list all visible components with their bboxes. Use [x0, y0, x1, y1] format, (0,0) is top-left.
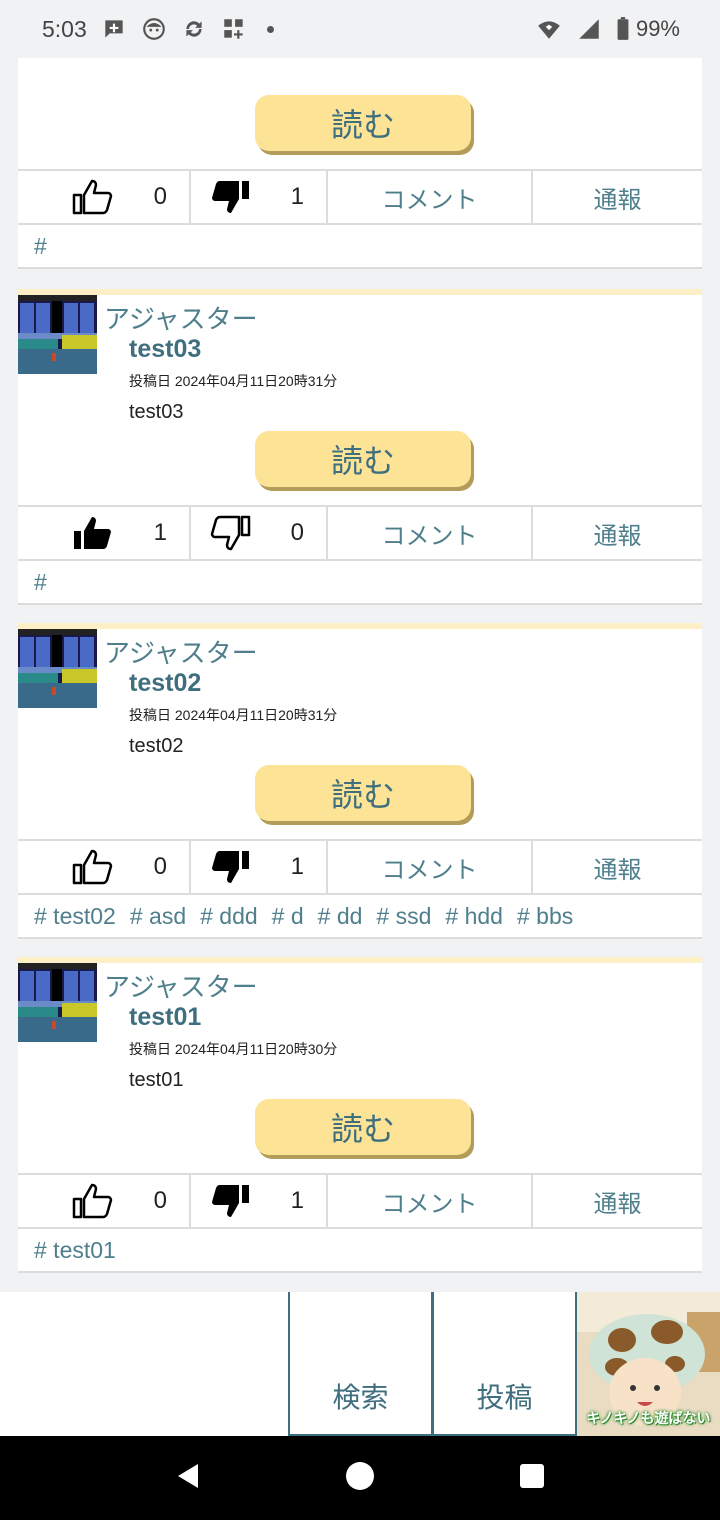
- tag-link[interactable]: # ssd: [376, 903, 431, 930]
- system-nav-bar: [0, 1436, 720, 1520]
- post-body: test01: [129, 1069, 184, 1091]
- like-count: 0: [153, 853, 167, 880]
- post-body: test03: [129, 401, 184, 423]
- post-thumbnail[interactable]: [18, 629, 97, 708]
- dislike-count: 0: [290, 519, 304, 546]
- tag-link[interactable]: #: [34, 233, 47, 260]
- recents-icon[interactable]: [516, 1460, 548, 1497]
- tag-link[interactable]: # test02: [34, 903, 116, 930]
- chat-plus-icon: [101, 16, 127, 42]
- tag-link[interactable]: # test01: [34, 1237, 116, 1264]
- post-title[interactable]: test02: [129, 669, 201, 698]
- report-button[interactable]: 通報: [533, 841, 702, 893]
- report-button[interactable]: 通報: [533, 507, 702, 559]
- post-author[interactable]: アジャスター: [104, 967, 258, 1004]
- post-thumbnail[interactable]: [18, 295, 97, 374]
- post-title[interactable]: test03: [129, 335, 201, 364]
- tag-list: #: [18, 561, 702, 603]
- post-card: アジャスター test01 投稿日 2024年04月11日20時30分 test…: [18, 957, 702, 1273]
- dislike-count: 1: [290, 853, 304, 880]
- post-author[interactable]: アジャスター: [104, 299, 258, 336]
- action-row: 0 1 コメント 通報: [18, 1173, 702, 1229]
- read-button[interactable]: 読む: [255, 431, 471, 487]
- wifi-icon: [536, 16, 562, 42]
- sync-icon: [181, 16, 207, 42]
- notification-dot-icon: [266, 25, 274, 33]
- post-header: アジャスター test02 投稿日 2024年04月11日20時31分 test…: [18, 623, 702, 765]
- thumbs-down-outline-icon: [209, 513, 251, 553]
- like-button[interactable]: 0: [18, 1175, 191, 1227]
- status-bar: 5:03 99%: [0, 0, 720, 58]
- dislike-button[interactable]: 1: [191, 1175, 328, 1227]
- search-button[interactable]: 検索: [288, 1292, 433, 1436]
- dislike-button[interactable]: 0: [191, 507, 328, 559]
- tag-list: # test01: [18, 1229, 702, 1271]
- comment-button[interactable]: コメント: [328, 171, 533, 223]
- like-count: 0: [153, 1187, 167, 1214]
- read-button[interactable]: 読む: [255, 765, 471, 821]
- post-date: 投稿日 2024年04月11日20時31分: [129, 707, 338, 723]
- like-count: 0: [153, 183, 167, 210]
- battery-percent: 99%: [635, 16, 680, 41]
- comment-button[interactable]: コメント: [328, 1175, 533, 1227]
- post-card: 読む 0 1 コメント 通報 #: [18, 58, 702, 269]
- report-button[interactable]: 通報: [533, 1175, 702, 1227]
- like-button[interactable]: 0: [18, 171, 191, 223]
- tag-link[interactable]: # dd: [318, 903, 363, 930]
- thumbs-down-filled-icon: [209, 1181, 251, 1221]
- post-date: 投稿日 2024年04月11日20時31分: [129, 373, 338, 389]
- status-time: 5:03: [42, 15, 87, 42]
- tag-link[interactable]: # ddd: [200, 903, 258, 930]
- post-body: test02: [129, 735, 184, 757]
- post-feed: 読む 0 1 コメント 通報 # アジャスター test03 投稿日 2024年…: [18, 58, 702, 1291]
- battery-icon: [616, 16, 630, 42]
- post-date: 投稿日 2024年04月11日20時30分: [129, 1041, 338, 1057]
- like-count: 1: [153, 519, 167, 546]
- dislike-count: 1: [290, 183, 304, 210]
- thumbs-down-filled-icon: [209, 177, 251, 217]
- ad-caption: キノキノも遊ばない: [586, 1410, 711, 1426]
- thumbs-up-filled-icon: [72, 513, 114, 553]
- thumbs-up-outline-icon: [72, 177, 114, 217]
- comment-button[interactable]: コメント: [328, 507, 533, 559]
- comment-button[interactable]: コメント: [328, 841, 533, 893]
- like-button[interactable]: 1: [18, 507, 191, 559]
- report-button[interactable]: 通報: [533, 171, 702, 223]
- action-row: 1 0 コメント 通報: [18, 505, 702, 561]
- home-icon[interactable]: [344, 1460, 376, 1497]
- thumbs-up-outline-icon: [72, 847, 114, 887]
- post-card: アジャスター test03 投稿日 2024年04月11日20時31分 test…: [18, 289, 702, 605]
- tag-link[interactable]: # d: [272, 903, 304, 930]
- action-row: 0 1 コメント 通報: [18, 169, 702, 225]
- bottom-nav: 検索 投稿 キノキノも遊ばない: [0, 1292, 720, 1436]
- read-button[interactable]: 読む: [255, 95, 471, 151]
- post-author[interactable]: アジャスター: [104, 633, 258, 670]
- tag-list: #: [18, 225, 702, 267]
- dislike-button[interactable]: 1: [191, 171, 328, 223]
- face-icon: [141, 16, 167, 42]
- post-thumbnail[interactable]: [18, 963, 97, 1042]
- post-button[interactable]: 投稿: [432, 1292, 577, 1436]
- tag-link[interactable]: # asd: [130, 903, 186, 930]
- like-button[interactable]: 0: [18, 841, 191, 893]
- dislike-button[interactable]: 1: [191, 841, 328, 893]
- post-title[interactable]: test01: [129, 1003, 201, 1032]
- post-header: アジャスター test03 投稿日 2024年04月11日20時31分 test…: [18, 289, 702, 431]
- thumbs-up-outline-icon: [72, 1181, 114, 1221]
- dislike-count: 1: [290, 1187, 304, 1214]
- post-card: アジャスター test02 投稿日 2024年04月11日20時31分 test…: [18, 623, 702, 939]
- widgets-icon: [221, 16, 247, 42]
- tag-list: # test02 # asd # ddd # d # dd # ssd # hd…: [18, 895, 702, 937]
- tag-link[interactable]: # bbs: [517, 903, 573, 930]
- signal-icon: [576, 16, 602, 42]
- ad-banner[interactable]: キノキノも遊ばない: [577, 1292, 720, 1436]
- thumbs-down-filled-icon: [209, 847, 251, 887]
- tag-link[interactable]: #: [34, 569, 47, 596]
- tag-link[interactable]: # hdd: [445, 903, 503, 930]
- read-button[interactable]: 読む: [255, 1099, 471, 1155]
- back-icon[interactable]: [172, 1460, 204, 1497]
- action-row: 0 1 コメント 通報: [18, 839, 702, 895]
- post-header: アジャスター test01 投稿日 2024年04月11日20時30分 test…: [18, 957, 702, 1099]
